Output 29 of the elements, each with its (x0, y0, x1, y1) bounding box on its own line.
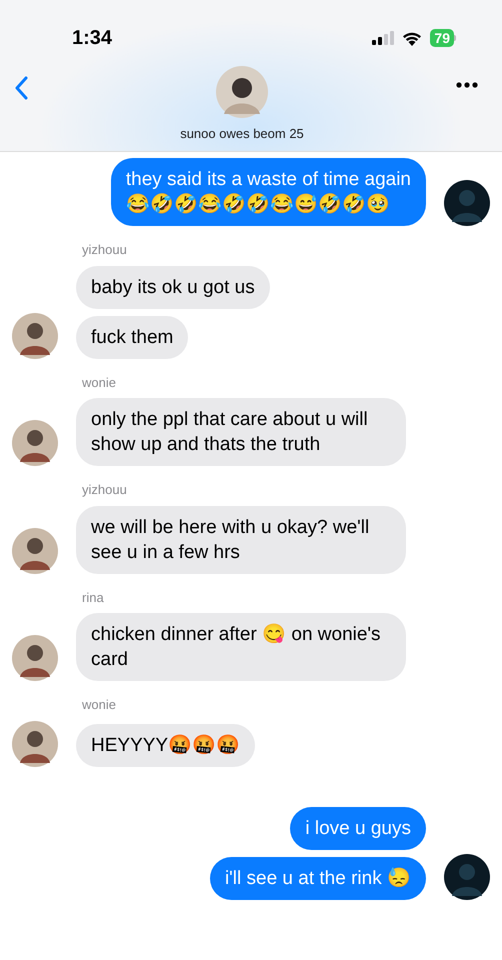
message-bubble: fuck them (76, 316, 188, 358)
avatar (12, 528, 58, 574)
sender-name: yizhouu (82, 481, 127, 499)
back-icon[interactable] (14, 76, 28, 100)
message-bubble: i'll see u at the rink 😓 (210, 856, 426, 900)
avatar (12, 635, 58, 681)
message-bubble: HEYYYY🤬🤬🤬 (76, 724, 256, 766)
avatar (12, 420, 58, 466)
wifi-icon (402, 30, 422, 46)
message-bubble: only the ppl that care about u will show up and thats the truth (76, 398, 406, 466)
sender-name: yizhouu (82, 241, 127, 259)
message-bubble: we will be here with u okay? we'll see u in a few hrs (76, 506, 406, 574)
message-bubble: i love u guys (290, 806, 426, 850)
message-bubble: baby its ok u got us (76, 266, 270, 308)
sender-name: wonie (82, 696, 116, 714)
message-bubble: chicken dinner after 😋 on wonie's card (76, 613, 406, 681)
avatar (12, 720, 58, 766)
battery-indicator: 79 (430, 29, 456, 47)
status-time: 1:34 (72, 26, 112, 51)
sender-name: wonie (82, 374, 116, 392)
signal-icon (372, 31, 394, 45)
avatar (444, 854, 490, 900)
avatar (444, 180, 490, 226)
sender-name: rina (82, 588, 104, 606)
more-icon[interactable] (456, 82, 478, 88)
avatar (12, 312, 58, 358)
message-bubble: they said its a waste of time again 😂🤣🤣😂🤣🤣😂😅🤣🤣🥹 (110, 158, 426, 226)
group-avatar[interactable] (216, 66, 268, 118)
conversation-title[interactable]: sunoo owes beom 25 (180, 124, 304, 144)
